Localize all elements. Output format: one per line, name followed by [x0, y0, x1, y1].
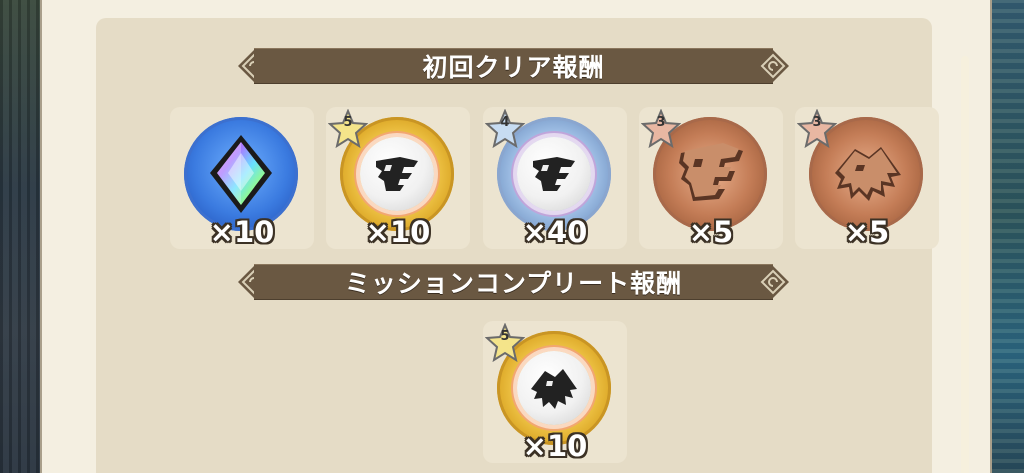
- reward-quantity: ×10: [209, 215, 275, 249]
- banner-ornament-right-icon: [757, 50, 789, 82]
- reward-quantity: ×5: [688, 215, 734, 249]
- background-left-scene: [0, 0, 40, 473]
- section-title: 初回クリア報酬: [422, 53, 605, 82]
- reward-quantity: ×40: [522, 215, 588, 249]
- reward-slot[interactable]: ×10: [170, 107, 314, 249]
- reward-panel: 初回クリア報酬 ×10 5 ×10 4 ×40 3 ×5 3 ×5 ミッションコ…: [96, 18, 969, 473]
- reward-slot[interactable]: 3 ×5: [639, 107, 783, 249]
- bronze-fang-icon: [835, 147, 901, 201]
- rarity-level: 5: [500, 329, 510, 344]
- rarity-level: 3: [812, 115, 822, 130]
- rarity-level: 5: [343, 115, 353, 130]
- scrollbar[interactable]: [961, 56, 969, 473]
- medal-inner: [517, 351, 591, 425]
- section-title: ミッションコンプリート報酬: [344, 269, 683, 298]
- first-clear-reward-banner: 初回クリア報酬: [236, 48, 791, 84]
- rarity-level: 3: [656, 115, 666, 130]
- reward-quantity: ×10: [522, 429, 588, 463]
- medal-inner: [360, 137, 434, 211]
- reward-slot[interactable]: 4 ×40: [483, 107, 627, 249]
- reward-medal: [184, 117, 298, 231]
- reward-slot[interactable]: 5 ×10: [326, 107, 470, 249]
- monster-fang-emblem-icon: [531, 369, 577, 409]
- reward-slot[interactable]: 5 ×10: [483, 321, 627, 463]
- reward-slot[interactable]: 3 ×5: [795, 107, 939, 249]
- bronze-plate-icon: [679, 143, 743, 201]
- banner-ornament-right-icon: [757, 266, 789, 298]
- medal-inner: [517, 137, 591, 211]
- monster-part-emblem-icon: [376, 157, 418, 191]
- reward-quantity: ×10: [365, 215, 431, 249]
- rainbow-crystal-icon: [210, 135, 272, 213]
- reward-quantity: ×5: [844, 215, 890, 249]
- mission-complete-reward-banner: ミッションコンプリート報酬: [236, 264, 791, 300]
- background-right-scene: [992, 0, 1024, 473]
- reward-dialog: 初回クリア報酬 ×10 5 ×10 4 ×40 3 ×5 3 ×5 ミッションコ…: [40, 0, 992, 473]
- monster-part-emblem-icon: [533, 157, 575, 191]
- rarity-level: 4: [500, 115, 510, 130]
